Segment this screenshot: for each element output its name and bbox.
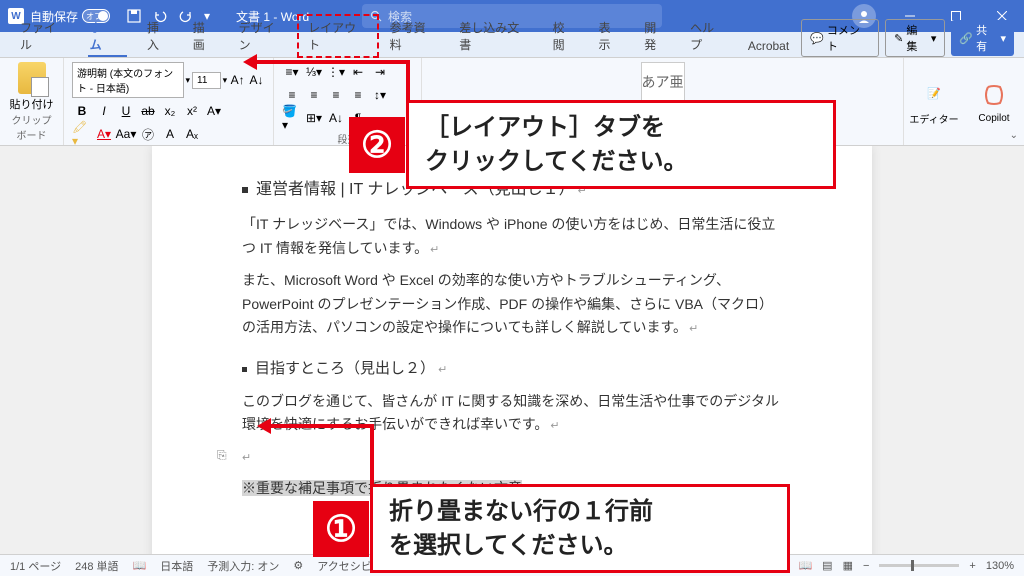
editing-mode-button[interactable]: ✎ 編集 ▾ [885, 19, 945, 57]
bullets-button[interactable]: ≡▾ [282, 62, 302, 82]
annotation-1-arrow-v [370, 424, 374, 484]
zoom-slider[interactable] [879, 564, 959, 567]
annotation-2-text: ［レイアウト］タブを クリックしてください。 [409, 103, 704, 186]
editor-icon: 📝 [918, 77, 950, 109]
tab-review[interactable]: 校閲 [543, 15, 587, 57]
font-group: 游明朝 (本文のフォント - 日本語) ▾ 11 ▾ A↑ A↓ B I U a… [64, 58, 274, 145]
comments-button[interactable]: 💬 コメント [801, 19, 879, 57]
copilot-icon [978, 79, 1010, 111]
annotation-2-badge: ② [349, 117, 405, 173]
font-size-select[interactable]: 11 [192, 72, 221, 89]
numbering-button[interactable]: ⅓▾ [304, 62, 324, 82]
heading-2: 目指すところ（見出し２） ↵ [242, 356, 782, 382]
tab-home[interactable]: ホーム [80, 15, 135, 57]
zoom-in-icon[interactable]: + [969, 560, 975, 572]
superscript-button[interactable]: x² [182, 101, 202, 121]
style-normal[interactable]: あア亜 [641, 62, 685, 102]
zoom-level[interactable]: 130% [986, 560, 1014, 572]
enclose-char-button[interactable]: ㋐ [138, 124, 158, 144]
tab-view[interactable]: 表示 [588, 15, 632, 57]
print-layout-icon[interactable]: ▤ [822, 559, 832, 572]
zoom-out-icon[interactable]: − [863, 560, 869, 572]
clipboard-icon [18, 62, 46, 94]
font-name-select[interactable]: 游明朝 (本文のフォント - 日本語) [72, 62, 184, 98]
decrease-font-icon[interactable]: A↓ [248, 70, 265, 90]
annotation-1-arrowhead [257, 418, 271, 434]
tab-draw[interactable]: 描画 [183, 15, 227, 57]
increase-indent-button[interactable]: ⇥ [370, 62, 390, 82]
line-spacing-button[interactable]: ↕▾ [370, 85, 390, 105]
annotation-1-arrow [267, 424, 370, 428]
sort-button[interactable]: A↓ [326, 108, 346, 128]
annotation-2-arrow-v [406, 60, 410, 100]
word-count[interactable]: 248 単語 [75, 558, 118, 574]
selected-empty-line: ⎘↵ [242, 445, 782, 469]
tab-mailings[interactable]: 差し込み文書 [449, 15, 540, 57]
underline-button[interactable]: U [116, 101, 136, 121]
clipboard-group: 貼り付け クリップボード [0, 58, 64, 145]
font-color-button[interactable]: A▾ [94, 124, 114, 144]
borders-button[interactable]: ⊞▾ [304, 108, 324, 128]
tab-developer[interactable]: 開発 [634, 15, 678, 57]
annotation-2-arrow [253, 60, 406, 64]
paragraph-2: また、Microsoft Word や Excel の効率的な使い方やトラブルシ… [242, 269, 782, 340]
web-layout-icon[interactable]: ▦ [843, 559, 853, 572]
tab-layout[interactable]: レイアウト [298, 15, 378, 57]
predict-input[interactable]: 予測入力: オン [207, 558, 279, 574]
highlight-button[interactable]: 🖍▾ [72, 124, 92, 144]
tab-help[interactable]: ヘルプ [680, 15, 736, 57]
tab-design[interactable]: デザイン [229, 15, 297, 57]
italic-button[interactable]: I [94, 101, 114, 121]
tab-acrobat[interactable]: Acrobat [738, 35, 799, 57]
annotation-1: ① 折り畳まない行の１行前 を選択してください。 [370, 484, 790, 573]
char-border-button[interactable]: A [160, 124, 180, 144]
bold-button[interactable]: B [72, 101, 92, 121]
editor-group[interactable]: 📝 エディター [904, 58, 964, 145]
display-settings-icon[interactable]: ⚙ [293, 559, 303, 572]
subscript-button[interactable]: x₂ [160, 101, 180, 121]
text-effects-button[interactable]: A▾ [204, 101, 224, 121]
strike-button[interactable]: ab [138, 101, 158, 121]
align-center-button[interactable]: ≡ [304, 85, 324, 105]
share-button[interactable]: 🔗 共有 ▾ [951, 20, 1014, 56]
annotation-1-badge: ① [313, 501, 369, 557]
paste-button[interactable]: 貼り付け [8, 62, 55, 112]
char-shading-button[interactable]: Aa▾ [116, 124, 136, 144]
clipboard-group-label: クリップボード [8, 112, 55, 144]
decrease-indent-button[interactable]: ⇤ [348, 62, 368, 82]
multilevel-button[interactable]: ⋮▾ [326, 62, 346, 82]
page-break-icon: ⎘ [217, 445, 227, 465]
ribbon-tabs: ファイル ホーム 挿入 描画 デザイン レイアウト 参考資料 差し込み文書 校閲… [0, 32, 1024, 58]
tab-references[interactable]: 参考資料 [380, 15, 448, 57]
tab-file[interactable]: ファイル [10, 15, 78, 57]
language[interactable]: 日本語 [160, 558, 193, 574]
tab-insert[interactable]: 挿入 [137, 15, 181, 57]
page-count[interactable]: 1/1 ページ [10, 558, 61, 574]
annotation-2-arrowhead [243, 54, 257, 70]
annotation-1-text: 折り畳まない行の１行前 を選択してください。 [373, 487, 669, 570]
collapse-ribbon-icon[interactable]: ⌄ [1010, 130, 1018, 141]
annotation-2: ② ［レイアウト］タブを クリックしてください。 [406, 100, 836, 189]
justify-button[interactable]: ≡ [348, 85, 368, 105]
align-left-button[interactable]: ≡ [282, 85, 302, 105]
read-mode-icon[interactable]: 📖 [798, 559, 812, 572]
increase-font-icon[interactable]: A↑ [229, 70, 246, 90]
paragraph-1: 「IT ナレッジベース」では、Windows や iPhone の使い方をはじめ… [242, 213, 782, 261]
paragraph-3: このブログを通じて、皆さんが IT に関する知識を深め、日常生活や仕事でのデジタ… [242, 390, 782, 438]
align-right-button[interactable]: ≡ [326, 85, 346, 105]
clear-format-button[interactable]: Aₓ [182, 124, 202, 144]
shading-button[interactable]: 🪣▾ [282, 108, 302, 128]
spellcheck-icon[interactable]: 📖 [133, 559, 147, 572]
